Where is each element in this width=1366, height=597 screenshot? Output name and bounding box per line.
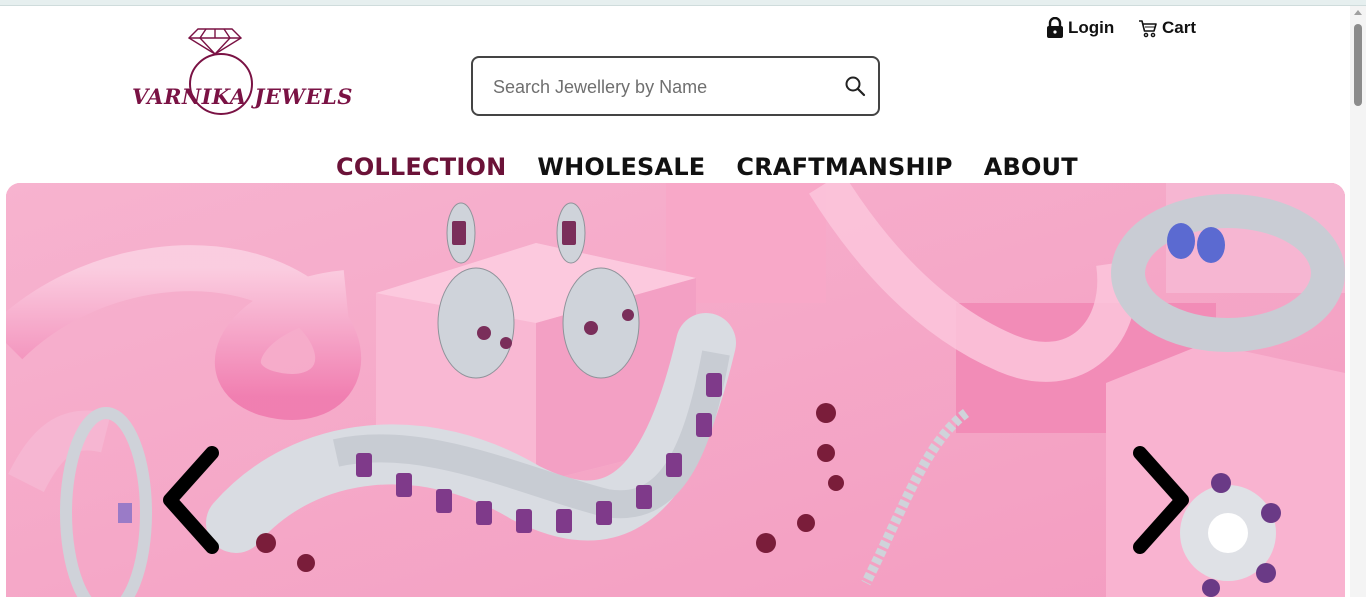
search-input[interactable] — [493, 72, 823, 102]
nav-item-craftmanship[interactable]: CRAFTMANSHIP — [736, 150, 952, 184]
search-bar[interactable] — [471, 56, 880, 116]
brand-name: VARNIKA JEWELS — [132, 84, 353, 109]
brand-logo[interactable]: VARNIKA JEWELS — [130, 26, 352, 118]
chevron-left-icon[interactable] — [158, 445, 224, 555]
login-label: Login — [1068, 18, 1115, 37]
chevron-right-icon[interactable] — [1128, 445, 1194, 555]
scroll-up-arrow-icon[interactable] — [1354, 10, 1362, 15]
page-scrollbar[interactable] — [1350, 6, 1366, 597]
main-nav: COLLECTION WHOLESALE CRAFTMANSHIP ABOUT — [336, 150, 1078, 184]
cart-icon — [1139, 20, 1157, 38]
nav-item-collection[interactable]: COLLECTION — [336, 150, 506, 184]
browser-top-strip — [0, 0, 1366, 6]
cart-label: Cart — [1162, 18, 1197, 37]
login-link[interactable]: Login — [1046, 16, 1114, 40]
search-icon[interactable] — [843, 74, 867, 98]
lock-icon — [1047, 17, 1063, 38]
nav-item-about[interactable]: ABOUT — [984, 150, 1078, 184]
nav-item-wholesale[interactable]: WHOLESALE — [537, 150, 705, 184]
cart-link[interactable]: Cart — [1138, 16, 1196, 40]
hero-carousel — [6, 183, 1345, 597]
scrollbar-thumb[interactable] — [1354, 24, 1362, 106]
